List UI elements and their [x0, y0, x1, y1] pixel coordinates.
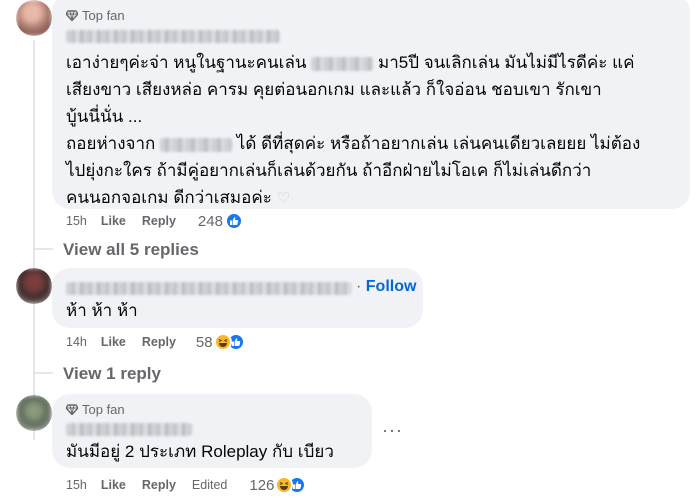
like-button[interactable]: Like	[101, 335, 126, 349]
diamond-icon	[66, 404, 78, 415]
top-fan-badge: Top fan	[66, 8, 125, 23]
reaction-count[interactable]: 248	[198, 213, 223, 230]
view-replies-link[interactable]: View 1 reply	[63, 364, 161, 384]
reaction-icons[interactable]	[275, 476, 307, 494]
reply-button[interactable]: Reply	[142, 335, 176, 349]
badge-label: Top fan	[82, 8, 125, 23]
commenter-name[interactable]	[66, 30, 280, 43]
avatar[interactable]	[16, 395, 52, 431]
commenter-name[interactable]	[66, 423, 192, 436]
reaction-count[interactable]: 126	[249, 477, 274, 494]
like-button[interactable]: Like	[101, 478, 126, 492]
comment-meta: 15h Like Reply Edited 126	[66, 476, 307, 494]
like-icon	[224, 212, 243, 230]
redacted-text	[311, 56, 374, 71]
comment-meta: 14h Like Reply 58	[66, 333, 245, 351]
timestamp[interactable]: 14h	[66, 335, 87, 349]
timestamp[interactable]: 15h	[66, 214, 87, 228]
comment-text: มันมีอยู่ 2 ประเภท Roleplay กับ เบียว	[66, 442, 334, 461]
badge-label: Top fan	[82, 402, 125, 417]
thread-line	[33, 40, 35, 440]
reply-button[interactable]: Reply	[142, 214, 176, 228]
separator-dot: ·	[356, 278, 362, 295]
comment-text-line: เสียงขาว เสียงหล่อ คารม คุยต่อนอกเกม และ…	[66, 80, 602, 99]
comment-text-line: ไปยุ่งกะใคร ถ้ามีคู่อยากเล่นก็เล่นด้วยกั…	[66, 161, 592, 180]
comment-text: ถอยห่างจาก ได้ ดีที่สุดค่ะ หรือถ้าอยากเล…	[66, 131, 640, 157]
heart-emoji: ♡	[276, 190, 291, 207]
haha-icon	[213, 333, 232, 351]
haha-icon	[275, 476, 294, 494]
comment-meta: 15h Like Reply 248	[66, 212, 243, 230]
view-all-replies-link[interactable]: View all 5 replies	[63, 240, 199, 260]
follow-button[interactable]: Follow	[366, 278, 417, 295]
timestamp[interactable]: 15h	[66, 478, 87, 492]
comment-text-line: มา5ปี จนเลิกเล่น มันไม่มีไรดีค่ะ แค่	[377, 53, 635, 72]
comment-text-line: ถอยห่างจาก	[66, 134, 156, 153]
redacted-text	[160, 137, 233, 152]
reaction-count[interactable]: 58	[196, 334, 213, 351]
thread-line	[33, 372, 53, 374]
comment-text: คนนอกจอเกม ดีกว่าเสมอค่ะ ♡	[66, 185, 290, 212]
more-options-icon[interactable]: ···	[382, 420, 403, 441]
comment-text: เอาง่ายๆค่ะจ่า หนูในฐานะคนเล่น มา5ปี จนเ…	[66, 50, 634, 76]
comment-text-line: บู้นนี่นั่น ...	[66, 107, 143, 126]
reaction-icons[interactable]	[224, 212, 243, 230]
reply-button[interactable]: Reply	[142, 478, 176, 492]
reaction-icons[interactable]	[213, 333, 245, 351]
avatar[interactable]	[16, 0, 52, 36]
follow-row: · Follow	[356, 278, 416, 296]
thread-line	[33, 248, 53, 250]
comment-text: ห้า ห้า ห้า	[66, 301, 138, 320]
diamond-icon	[66, 10, 78, 21]
comment-text-line: ได้ ดีที่สุดค่ะ หรือถ้าอยากเล่น เล่นคนเด…	[236, 134, 641, 153]
commenter-name[interactable]	[66, 282, 352, 295]
avatar[interactable]	[16, 268, 52, 304]
comment-text-line: เอาง่ายๆค่ะจ่า หนูในฐานะคนเล่น	[66, 53, 307, 72]
top-fan-badge: Top fan	[66, 402, 125, 417]
comment-text-line: คนนอกจอเกม ดีกว่าเสมอค่ะ	[66, 188, 272, 207]
edited-label: Edited	[191, 478, 228, 492]
like-button[interactable]: Like	[101, 214, 126, 228]
